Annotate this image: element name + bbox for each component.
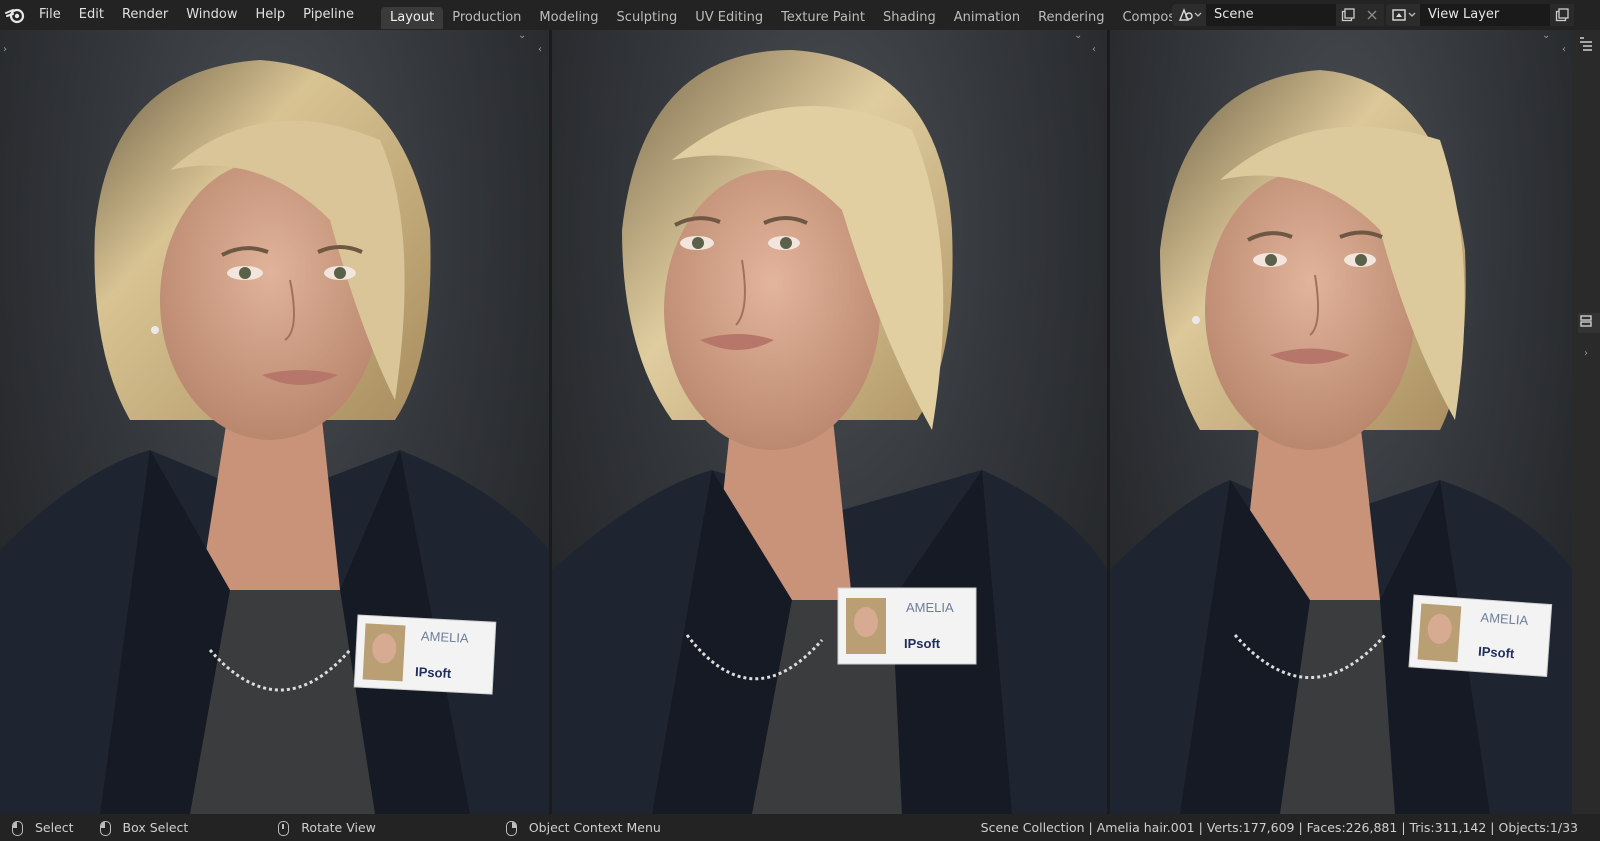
right-tool-strip: › [1572,30,1600,814]
svg-text:IPsoft: IPsoft [415,664,453,681]
tab-uv-editing[interactable]: UV Editing [686,7,772,29]
properties-icon[interactable] [1578,313,1600,333]
rotate-view-hint: Rotate View [278,820,376,836]
tab-production[interactable]: Production [443,7,530,29]
scene-statistics: Scene Collection | Amelia hair.001 | Ver… [980,820,1578,835]
view-layer-name-field[interactable]: View Layer [1420,4,1550,26]
menu-edit[interactable]: Edit [70,0,113,30]
menu-window[interactable]: Window [177,0,246,30]
view-layer-new-icon[interactable] [1550,4,1574,26]
id-badge: AMELIA IPsoft [1408,594,1553,677]
svg-text:AMELIA: AMELIA [421,628,470,645]
view-layer-icon[interactable] [1386,4,1420,26]
box-select-hint: Box Select [99,820,188,836]
render-portrait-left: AMELIA IPsoft [0,60,549,814]
blender-logo-icon[interactable] [0,0,30,30]
viewport-header-toggle-icon[interactable]: ⌄ [518,30,526,41]
menu-file[interactable]: File [30,0,70,30]
viewport-sidebar-toggle-icon[interactable]: ‹ [1092,44,1096,55]
tab-sculpting[interactable]: Sculpting [608,7,687,29]
viewport-left[interactable]: AMELIA IPsoft › ⌄ ‹ [0,30,549,814]
context-menu-hint: Object Context Menu [505,820,661,836]
menu-pipeline[interactable]: Pipeline [294,0,363,30]
tab-rendering[interactable]: Rendering [1029,7,1113,29]
status-bar: Select Box Select Rotate View Object Con… [0,814,1600,841]
menu-render[interactable]: Render [113,0,177,30]
scene-icon[interactable] [1172,4,1206,26]
id-badge: AMELIA IPsoft [353,614,497,695]
mouse-left-icon [12,820,23,836]
mouse-middle-icon [278,820,290,836]
tab-layout[interactable]: Layout [381,7,444,29]
svg-text:IPsoft: IPsoft [1478,644,1516,662]
viewport-sidebar-toggle-icon[interactable]: ‹ [538,44,542,55]
menu-help[interactable]: Help [247,0,295,30]
viewport-sidebar-toggle-icon[interactable]: ‹ [1562,44,1566,55]
mouse-right-icon [505,820,517,836]
svg-text:AMELIA: AMELIA [906,600,954,615]
viewport-right[interactable]: AMELIA IPsoft ⌄ ‹ [1110,30,1572,814]
top-bar: File Edit Render Window Help Pipeline La… [0,0,1600,30]
render-portrait-right: AMELIA IPsoft [1110,70,1572,814]
scene-name-field[interactable]: Scene [1206,4,1336,26]
outliner-icon[interactable] [1578,36,1594,56]
mouse-drag-icon [99,820,111,836]
viewport-expand-left-icon[interactable]: › [3,44,7,55]
viewport-header-toggle-icon[interactable]: ⌄ [1542,30,1550,41]
viewport-center[interactable]: AMELIA IPsoft ⌄ ‹ [552,30,1107,814]
tab-modeling[interactable]: Modeling [530,7,607,29]
viewport-header-toggle-icon[interactable]: ⌄ [1074,30,1082,41]
id-badge: AMELIA IPsoft [837,587,977,665]
render-portrait-center: AMELIA IPsoft [552,50,1107,814]
tab-texture-paint[interactable]: Texture Paint [772,7,874,29]
scene-new-icon[interactable] [1336,4,1360,26]
svg-text:IPsoft: IPsoft [904,636,941,651]
tab-shading[interactable]: Shading [874,7,945,29]
tab-animation[interactable]: Animation [945,7,1029,29]
view-layer-selector[interactable]: View Layer [1386,4,1574,26]
select-hint: Select [12,820,74,836]
scene-close-icon[interactable] [1360,4,1384,26]
scene-selector[interactable]: Scene [1172,4,1384,26]
strip-collapse-icon[interactable]: › [1584,348,1588,359]
